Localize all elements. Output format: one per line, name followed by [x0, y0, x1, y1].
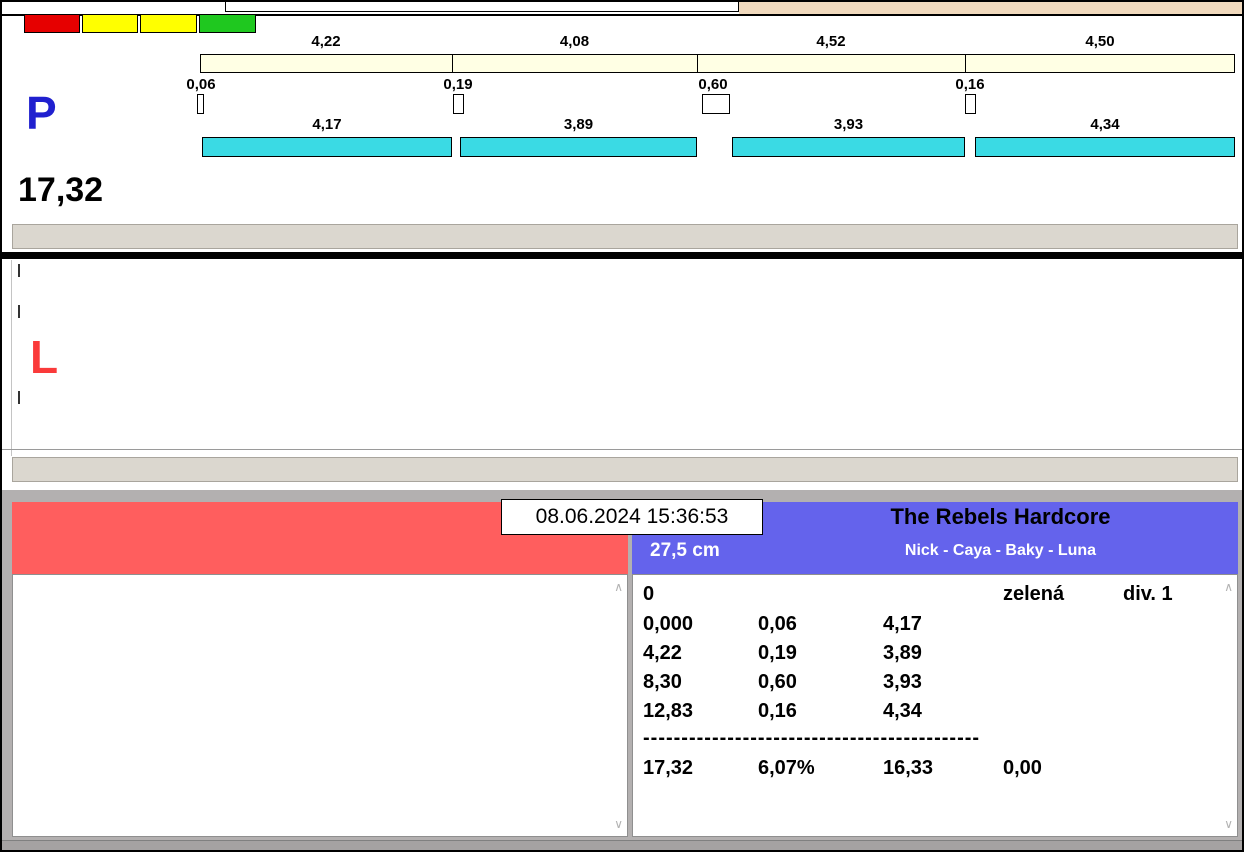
lane-l-bottom-rule — [2, 449, 1242, 450]
status-light-red — [24, 14, 80, 33]
bar-divider — [452, 55, 453, 72]
total-cell: 16,33 — [883, 757, 933, 780]
timing-app-window: 4,22 4,08 4,52 4,50 0,06 0,19 0,60 0,16 … — [0, 0, 1244, 852]
desktop-edge-strip — [739, 2, 1244, 14]
lane-l-tick — [18, 264, 20, 277]
result-cell: 0,60 — [758, 671, 797, 694]
color-label: zelená — [1003, 583, 1064, 606]
lane-l-left-rule — [11, 260, 12, 456]
status-light-yellow-1 — [82, 14, 138, 33]
result-cell: 3,89 — [883, 642, 922, 665]
scroll-up-icon[interactable]: ∧ — [614, 581, 623, 593]
result-cell: 0,06 — [758, 613, 797, 636]
result-cell: 8,30 — [643, 671, 682, 694]
start-offset-label: 0,19 — [443, 76, 472, 93]
team-jump-height: 27,5 cm — [650, 540, 720, 562]
changeover-marker — [453, 94, 464, 114]
start-offset-label: 0,60 — [698, 76, 727, 93]
lane-l-tick — [18, 391, 20, 404]
changeover-marker — [965, 94, 976, 114]
segment-time-label: 4,22 — [200, 33, 452, 50]
total-cell: 6,07% — [758, 757, 815, 780]
bar-divider — [697, 55, 698, 72]
run-time-label: 4,17 — [202, 116, 452, 133]
run-time-label: 4,34 — [975, 116, 1235, 133]
lane-l-label: L — [30, 334, 58, 380]
segment-time-label: 4,52 — [697, 33, 965, 50]
run-time-bar — [202, 137, 452, 157]
result-cell: 12,83 — [643, 700, 693, 723]
run-time-label: 3,89 — [460, 116, 697, 133]
log-panel[interactable]: ∧ ∨ — [12, 574, 628, 837]
timestamp-box: 08.06.2024 15:36:53 — [501, 499, 763, 535]
total-cell: 17,32 — [643, 757, 693, 780]
result-cell: 0,000 — [643, 613, 693, 636]
lane-l-footer-strip — [12, 457, 1238, 482]
scroll-up-icon[interactable]: ∧ — [1224, 581, 1233, 593]
bar-divider — [965, 55, 966, 72]
result-cell: 0,16 — [758, 700, 797, 723]
start-offset-label: 0,16 — [955, 76, 984, 93]
lane-p-total: 17,32 — [18, 172, 103, 209]
lane-l-tick — [18, 305, 20, 318]
scroll-down-icon[interactable]: ∨ — [1224, 818, 1233, 830]
result-cell: 3,93 — [883, 671, 922, 694]
lane-p-footer-strip — [12, 224, 1238, 249]
segment-time-label: 4,50 — [965, 33, 1235, 50]
result-cell: 0,19 — [758, 642, 797, 665]
run-time-bar — [460, 137, 697, 157]
segment-time-label: 4,08 — [452, 33, 697, 50]
changeover-marker — [197, 94, 204, 114]
run-time-bar — [732, 137, 965, 157]
total-time-bar — [200, 54, 1235, 73]
status-light-green — [199, 14, 256, 33]
team-name: The Rebels Hardcore — [763, 504, 1238, 530]
bottom-status-strip — [2, 840, 1242, 850]
background-window-strip — [225, 2, 739, 12]
result-cell: 4,22 — [643, 642, 682, 665]
status-light-yellow-2 — [140, 14, 197, 33]
results-separator: ----------------------------------------… — [643, 727, 980, 750]
run-time-label: 3,93 — [732, 116, 965, 133]
scroll-down-icon[interactable]: ∨ — [614, 818, 623, 830]
changeover-marker — [702, 94, 730, 114]
result-cell: 4,17 — [883, 613, 922, 636]
run-number: 0 — [643, 583, 654, 606]
run-time-bar — [975, 137, 1235, 157]
total-cell: 0,00 — [1003, 757, 1042, 780]
results-panel[interactable]: 0 zelená div. 1 0,000 0,06 4,17 4,22 0,1… — [632, 574, 1238, 837]
start-offset-label: 0,06 — [186, 76, 215, 93]
division-label: div. 1 — [1123, 583, 1173, 606]
result-cell: 4,34 — [883, 700, 922, 723]
team-dogs: Nick - Caya - Baky - Luna — [763, 542, 1238, 560]
lane-divider — [2, 252, 1242, 259]
lane-p-label: P — [26, 90, 57, 136]
